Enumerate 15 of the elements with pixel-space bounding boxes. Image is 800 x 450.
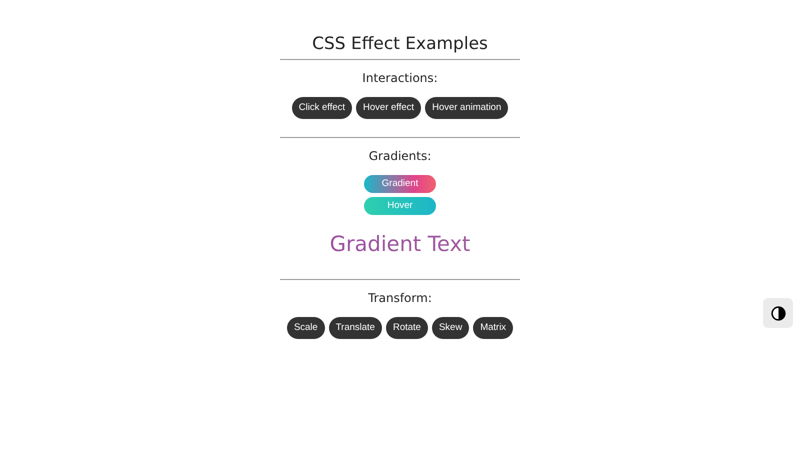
section-heading: Transform: (367, 290, 433, 307)
effect-button[interactable]: Rotate (386, 316, 428, 339)
gradient-button[interactable]: Gradient (364, 175, 436, 194)
section-heading: Gradients: (368, 148, 432, 166)
effect-button[interactable]: Hover animation (425, 97, 508, 120)
effect-button[interactable]: Translate (328, 316, 382, 339)
effect-button[interactable]: Matrix (473, 316, 514, 339)
effect-button[interactable]: Hover effect (356, 97, 422, 120)
section-heading: Interactions: (361, 70, 439, 88)
effect-button[interactable]: Scale (286, 316, 325, 339)
contrast-icon (770, 306, 786, 320)
page-title: CSS Effect Examples (311, 34, 489, 54)
theme-toggle-button[interactable] (763, 298, 793, 328)
effect-button[interactable]: Skew (432, 316, 470, 339)
effect-button[interactable]: Click effect (292, 97, 352, 120)
